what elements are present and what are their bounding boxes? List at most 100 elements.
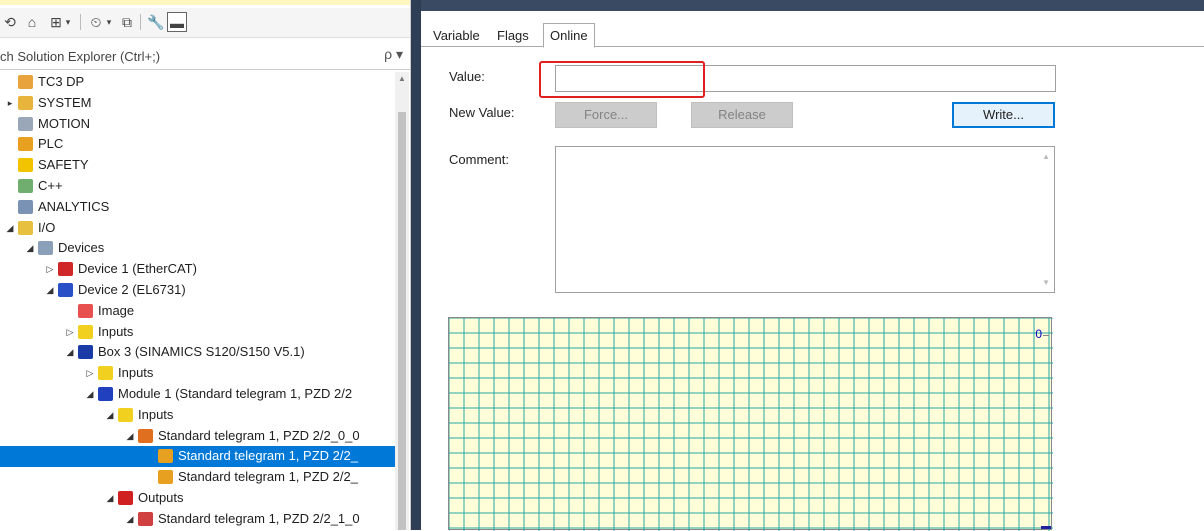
- cpp-icon: [18, 179, 33, 193]
- tree-item-label: SYSTEM: [38, 94, 92, 110]
- tree-item-label: Standard telegram 1, PZD 2/2_: [178, 448, 358, 464]
- tree-item-label: Inputs: [98, 323, 134, 339]
- search-input[interactable]: ch Solution Explorer (Ctrl+;): [0, 49, 160, 64]
- inputs-folder-icon: [78, 324, 93, 339]
- force-button[interactable]: Force...: [555, 102, 657, 128]
- tree-item-label: Device 2 (EL6731): [78, 282, 186, 297]
- tree-item-label: Standard telegram 1, PZD 2/2_: [178, 469, 358, 485]
- comment-textarea[interactable]: ▲ ▼: [555, 146, 1055, 293]
- properties-icon[interactable]: 🔧: [146, 12, 166, 32]
- inputs-folder-icon: [118, 407, 133, 422]
- tree-item[interactable]: ◢ Outputs: [0, 488, 395, 509]
- tree-item[interactable]: MOTION: [0, 114, 395, 135]
- collapse-arrow-icon[interactable]: ◢: [84, 384, 96, 405]
- top-strip: [0, 0, 410, 5]
- tree-item[interactable]: ▷ Device 1 (EtherCAT): [0, 259, 395, 280]
- telegram-var-icon: [158, 470, 173, 485]
- comment-label: Comment:: [449, 152, 509, 167]
- expand-arrow-icon[interactable]: ▷: [84, 363, 96, 384]
- tree-item[interactable]: Image: [0, 301, 395, 322]
- motion-icon: [18, 116, 33, 131]
- pending-changes-dropdown-icon[interactable]: ▾: [103, 12, 115, 32]
- project-icon: [18, 75, 33, 89]
- tree-item-label: I/O: [38, 219, 56, 235]
- tree-item-label: Image: [98, 302, 135, 318]
- expand-arrow-icon[interactable]: ▷: [44, 259, 56, 280]
- scroll-up-icon[interactable]: ▲: [398, 74, 406, 83]
- online-trend-chart: 0: [448, 317, 1053, 531]
- tree-item[interactable]: ◢ Box 3 (SINAMICS S120/S150 V5.1): [0, 342, 395, 363]
- comment-scroll-down-icon[interactable]: ▼: [1042, 278, 1050, 287]
- tree-item[interactable]: ▷ Inputs: [0, 363, 395, 384]
- collapse-all-icon[interactable]: ⧉: [117, 12, 137, 32]
- tree-item[interactable]: SAFETY: [0, 155, 395, 176]
- home-icon[interactable]: ⌂: [22, 12, 42, 32]
- tree-item-label: PLC: [38, 136, 64, 152]
- telegram-out-icon: [138, 511, 153, 526]
- collapse-arrow-icon[interactable]: ◢: [4, 218, 16, 239]
- tree-item-label: Standard telegram 1, PZD 2/2_0_0: [158, 427, 360, 443]
- tree-item-label: Inputs: [118, 365, 154, 381]
- comment-scroll-up-icon[interactable]: ▲: [1042, 152, 1050, 161]
- chart-corner-marker: [1041, 526, 1051, 529]
- outputs-folder-icon: [118, 491, 133, 505]
- tree-item[interactable]: C++: [0, 176, 395, 197]
- tree-item-label: Device 1 (EtherCAT): [78, 261, 197, 277]
- tree-item[interactable]: ◢ Device 2 (EL6731): [0, 280, 395, 301]
- tree-item[interactable]: PLC: [0, 134, 395, 155]
- tree-item[interactable]: ◢ Standard telegram 1, PZD 2/2_1_0: [0, 509, 395, 530]
- tree-item[interactable]: TC3 DP: [0, 72, 395, 93]
- tree-item[interactable]: Standard telegram 1, PZD 2/2_: [0, 467, 395, 488]
- collapse-arrow-icon[interactable]: ◢: [124, 509, 136, 530]
- tree-item-label: Devices: [58, 240, 105, 256]
- tree-item-label: SAFETY: [38, 157, 89, 173]
- tree-item-label: TC3 DP: [38, 74, 85, 89]
- new-value-label: New Value:: [449, 105, 515, 120]
- tree-item[interactable]: ◢ Standard telegram 1, PZD 2/2_0_0: [0, 426, 395, 447]
- io-icon: [18, 220, 33, 235]
- solution-explorer-panel: ⟲ ⌂ ⊞ ▾ ⏲ ▾ ⧉ 🔧 ▬ ch Solution Explorer (…: [0, 0, 411, 530]
- chart-scale-tick: [1043, 335, 1049, 336]
- search-icon[interactable]: ρ ▾: [384, 46, 403, 63]
- analytics-icon: [18, 199, 33, 214]
- collapse-arrow-icon[interactable]: ◢: [104, 488, 116, 509]
- tab-flags[interactable]: Flags: [497, 27, 529, 47]
- tree-item[interactable]: ANALYTICS: [0, 197, 395, 218]
- toolbar-separator: [140, 14, 141, 30]
- tree-scrollbar[interactable]: ▲: [395, 72, 409, 530]
- expand-arrow-icon[interactable]: ▸: [4, 93, 16, 114]
- sync-icon[interactable]: ⟲: [0, 12, 20, 32]
- preview-icon[interactable]: ▬: [167, 12, 187, 32]
- plc-icon: [18, 137, 33, 152]
- scrollbar-thumb[interactable]: [398, 112, 406, 530]
- tree-item-label: Module 1 (Standard telegram 1, PZD 2/2: [118, 386, 353, 401]
- tree-item-label: C++: [38, 178, 63, 193]
- switch-views-dropdown-icon[interactable]: ▾: [62, 12, 74, 32]
- collapse-arrow-icon[interactable]: ◢: [124, 426, 136, 447]
- tree-item[interactable]: ◢ Devices: [0, 238, 395, 259]
- toolbar-separator: [80, 14, 81, 30]
- expand-arrow-icon[interactable]: ▷: [64, 322, 76, 343]
- tree-item[interactable]: ▸ SYSTEM: [0, 93, 395, 114]
- search-box[interactable]: ch Solution Explorer (Ctrl+;) ρ ▾: [0, 44, 410, 70]
- collapse-arrow-icon[interactable]: ◢: [24, 238, 36, 259]
- solution-tree: TC3 DP ▸ SYSTEM MOTION PLC SAFETY C++ ANALYTICS…: [0, 72, 395, 530]
- panel-divider[interactable]: [411, 0, 421, 530]
- collapse-arrow-icon[interactable]: ◢: [64, 342, 76, 363]
- chart-scale-label: 0: [1035, 327, 1042, 341]
- collapse-arrow-icon[interactable]: ◢: [44, 280, 56, 301]
- tree-item[interactable]: ◢ I/O: [0, 218, 395, 239]
- write-button[interactable]: Write...: [952, 102, 1055, 128]
- tab-online[interactable]: Online: [543, 23, 595, 48]
- ethercat-icon: [58, 262, 73, 277]
- devices-icon: [38, 241, 53, 256]
- variable-editor: Variable Flags Online Value: New Value: …: [421, 0, 1204, 531]
- tree-item-label: ANALYTICS: [38, 198, 110, 214]
- tab-variable[interactable]: Variable: [433, 27, 480, 47]
- tree-item[interactable]: ◢ Inputs: [0, 405, 395, 426]
- tree-item[interactable]: Standard telegram 1, PZD 2/2_: [0, 446, 395, 468]
- tree-item[interactable]: ◢ Module 1 (Standard telegram 1, PZD 2/2: [0, 384, 395, 405]
- tree-item[interactable]: ▷ Inputs: [0, 322, 395, 343]
- collapse-arrow-icon[interactable]: ◢: [104, 405, 116, 426]
- release-button[interactable]: Release: [691, 102, 793, 128]
